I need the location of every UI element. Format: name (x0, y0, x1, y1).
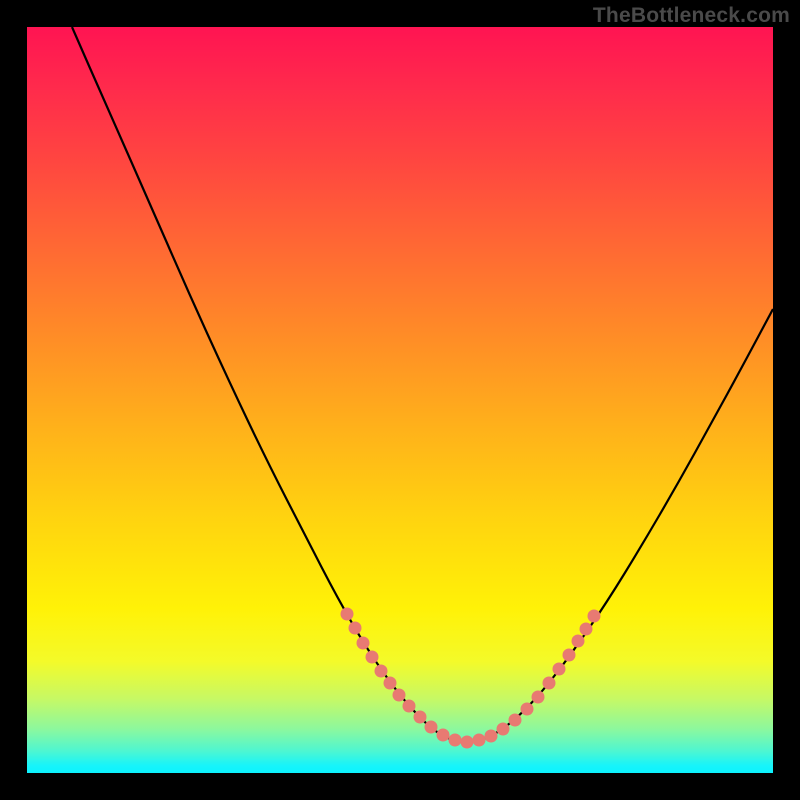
highlight-dot (349, 622, 362, 635)
highlight-dot (521, 703, 534, 716)
highlight-dot (341, 608, 354, 621)
highlight-dot (384, 677, 397, 690)
highlight-dot (403, 700, 416, 713)
highlight-dot (497, 723, 510, 736)
highlight-dot (572, 635, 585, 648)
highlight-dots-group (341, 608, 601, 749)
chart-frame (27, 27, 773, 773)
highlight-dot (437, 729, 450, 742)
highlight-dot (563, 649, 576, 662)
highlight-dot (509, 714, 522, 727)
highlight-dot (580, 623, 593, 636)
highlight-dot (553, 663, 566, 676)
highlight-dot (543, 677, 556, 690)
bottleneck-curve (72, 27, 773, 742)
highlight-dot (449, 734, 462, 747)
highlight-dot (393, 689, 406, 702)
highlight-dot (532, 691, 545, 704)
chart-svg (27, 27, 773, 773)
highlight-dot (414, 711, 427, 724)
watermark-text: TheBottleneck.com (593, 4, 790, 28)
highlight-dot (425, 721, 438, 734)
highlight-dot (375, 665, 388, 678)
highlight-dot (485, 730, 498, 743)
highlight-dot (588, 610, 601, 623)
highlight-dot (357, 637, 370, 650)
highlight-dot (366, 651, 379, 664)
highlight-dot (461, 736, 474, 749)
highlight-dot (473, 734, 486, 747)
